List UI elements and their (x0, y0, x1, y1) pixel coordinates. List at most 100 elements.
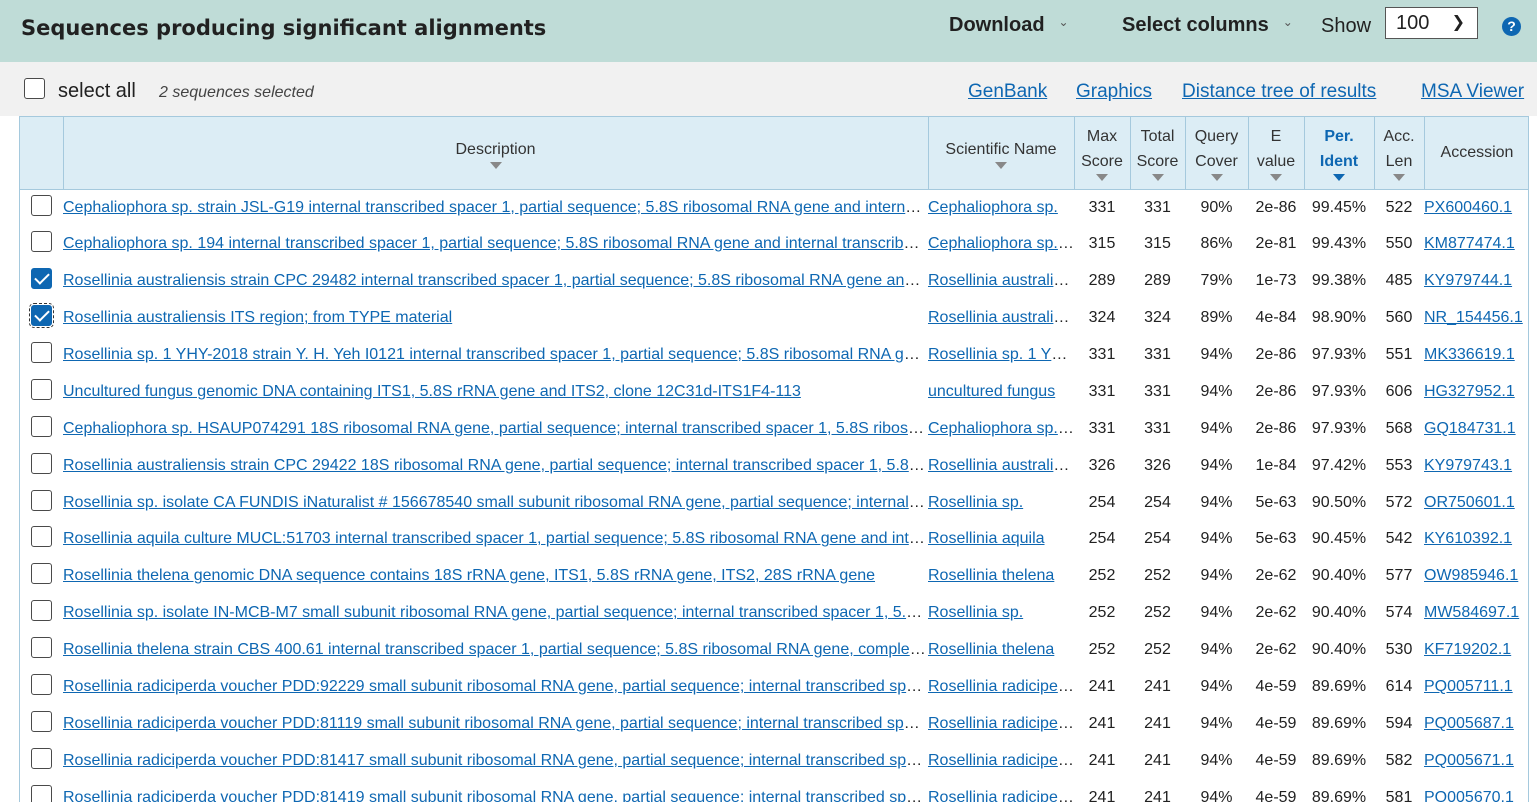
row-scientific-name-link[interactable]: Rosellinia radiciperda (928, 752, 1074, 769)
row-accession-link[interactable]: HG327952.1 (1424, 383, 1515, 400)
row-scientific-name-link[interactable]: Rosellinia australiensis (928, 457, 1074, 474)
row-accession-link[interactable]: KY610392.1 (1424, 530, 1512, 547)
row-checkbox[interactable] (31, 342, 52, 363)
row-checkbox[interactable] (31, 415, 52, 437)
row-checkbox[interactable] (31, 784, 52, 802)
row-scientific-name-link[interactable]: Rosellinia aquila (928, 530, 1045, 547)
row-accession-link[interactable]: PX600460.1 (1424, 199, 1512, 216)
row-checkbox[interactable] (31, 710, 52, 732)
row-accession-link[interactable]: MK336619.1 (1424, 346, 1515, 363)
row-accession-link[interactable]: NR_154456.1 (1424, 309, 1523, 326)
row-accession-link[interactable]: PQ005670.1 (1424, 789, 1514, 802)
row-checkbox[interactable] (31, 452, 52, 474)
selection-toolbar: select all 2 sequences selected GenBank … (0, 62, 1537, 116)
row-checkbox[interactable] (31, 637, 52, 659)
row-scientific-name-link[interactable]: Cephaliophora sp. HSAUP074291 (928, 420, 1074, 437)
row-description-link[interactable]: Cephaliophora sp. HSAUP074291 18S riboso… (63, 420, 928, 437)
col-e-value[interactable]: Evalue (1248, 117, 1305, 190)
sort-arrow-icon (489, 161, 502, 169)
row-accession-link[interactable]: MW584697.1 (1424, 604, 1519, 621)
row-description-link[interactable]: Rosellinia sp. isolate IN-MCB-M7 small s… (63, 604, 928, 621)
row-description-link[interactable]: Rosellinia sp. 1 YHY-2018 strain Y. H. Y… (63, 346, 928, 363)
row-checkbox[interactable] (31, 747, 52, 769)
row-description-link[interactable]: Uncultured fungus genomic DNA containing… (63, 383, 801, 400)
row-scientific-name-link[interactable]: Rosellinia radiciperda (928, 678, 1074, 695)
row-checkbox[interactable] (31, 194, 52, 216)
row-checkbox[interactable] (31, 526, 52, 548)
distance-tree-link[interactable]: Distance tree of results (1182, 81, 1376, 103)
row-accession-cell: OR750601.1 (1424, 484, 1528, 521)
row-accession-cell: KY610392.1 (1424, 521, 1528, 558)
col-max-score[interactable]: Max Score (1074, 117, 1131, 190)
row-e-value: 2e-86 (1255, 346, 1297, 363)
row-description-link[interactable]: Rosellinia radiciperda voucher PDD:81119… (63, 715, 928, 732)
help-icon[interactable]: ? (1502, 17, 1521, 36)
row-description-link[interactable]: Rosellinia radiciperda voucher PDD:81417… (63, 752, 928, 769)
col-per-ident[interactable]: Per. Ident (1304, 117, 1375, 190)
row-description-link[interactable]: Rosellinia thelena strain CBS 400.61 int… (63, 641, 928, 658)
row-max-score: 331 (1088, 198, 1116, 216)
row-scientific-name-cell: Rosellinia sp. 1 YHY-2018 (928, 337, 1074, 374)
row-checkbox[interactable] (31, 268, 52, 290)
col-total-score[interactable]: Total Score (1130, 117, 1186, 190)
col-scientific-name[interactable]: Scientific Name (928, 117, 1075, 190)
row-query-cover: 94% (1200, 604, 1233, 622)
select-columns-menu[interactable]: Select columns ⌄ (1122, 14, 1293, 37)
sort-arrow-icon (1151, 174, 1164, 182)
row-scientific-name-link[interactable]: Rosellinia radiciperda (928, 715, 1074, 732)
genbank-link[interactable]: GenBank (968, 81, 1047, 103)
row-accession-link[interactable]: KF719202.1 (1424, 641, 1511, 658)
row-checkbox[interactable] (31, 563, 52, 585)
row-checkbox[interactable] (31, 600, 52, 622)
row-accession-link[interactable]: KY979743.1 (1424, 457, 1512, 474)
row-checkbox[interactable] (31, 489, 52, 511)
row-scientific-name-link[interactable]: Rosellinia australiensis (928, 309, 1074, 326)
row-description-link[interactable]: Rosellinia radiciperda voucher PDD:81419… (63, 789, 928, 802)
row-accession-link[interactable]: PQ005711.1 (1424, 678, 1513, 695)
row-checkbox[interactable] (29, 303, 54, 329)
row-description-link[interactable]: Rosellinia australiensis ITS region; fro… (63, 309, 452, 326)
select-all-label[interactable]: select all (58, 80, 136, 103)
row-scientific-name-link[interactable]: Rosellinia sp. (928, 604, 1023, 621)
row-description-link[interactable]: Cephaliophora sp. strain JSL-G19 interna… (63, 199, 928, 216)
select-all-checkbox[interactable] (24, 78, 45, 99)
graphics-link[interactable]: Graphics (1076, 81, 1152, 103)
row-accession-link[interactable]: PQ005687.1 (1424, 715, 1514, 732)
row-scientific-name-link[interactable]: Cephaliophora sp. 194 (928, 235, 1074, 252)
row-scientific-name-link[interactable]: uncultured fungus (928, 383, 1055, 400)
row-description-link[interactable]: Rosellinia australiensis strain CPC 2942… (63, 457, 928, 474)
row-total-score: 241 (1144, 714, 1171, 732)
row-description-link[interactable]: Rosellinia thelena genomic DNA sequence … (63, 567, 875, 584)
row-accession-link[interactable]: GQ184731.1 (1424, 420, 1516, 437)
row-scientific-name-link[interactable]: Rosellinia radiciperda (928, 789, 1074, 802)
show-count-select[interactable]: 100 ❯ (1385, 7, 1478, 39)
col-query-cover[interactable]: Query Cover (1185, 117, 1249, 190)
row-description-link[interactable]: Rosellinia radiciperda voucher PDD:92229… (63, 678, 928, 695)
row-description-link[interactable]: Rosellinia australiensis strain CPC 2948… (63, 272, 928, 289)
row-checkbox[interactable] (31, 231, 52, 253)
row-checkbox[interactable] (31, 674, 52, 696)
row-description-link[interactable]: Rosellinia sp. isolate CA FUNDIS iNatura… (63, 494, 928, 511)
row-scientific-name-link[interactable]: Rosellinia australiensis (928, 272, 1074, 289)
row-accession-link[interactable]: OW985946.1 (1424, 567, 1518, 584)
col-acc-len[interactable]: Acc. Len (1374, 117, 1425, 190)
row-scientific-name-link[interactable]: Rosellinia thelena (928, 641, 1054, 658)
row-description-link[interactable]: Cephaliophora sp. 194 internal transcrib… (63, 235, 928, 252)
row-accession-link[interactable]: KY979744.1 (1424, 272, 1512, 289)
row-e-value: 2e-62 (1255, 567, 1297, 585)
row-scientific-name-link[interactable]: Cephaliophora sp. (928, 199, 1058, 216)
row-accession-link[interactable]: KM877474.1 (1424, 235, 1515, 252)
col-accession[interactable]: Accession (1424, 117, 1528, 190)
row-accession-link[interactable]: OR750601.1 (1424, 494, 1515, 511)
row-scientific-name-link[interactable]: Rosellinia sp. (928, 494, 1023, 511)
msa-viewer-link[interactable]: MSA Viewer (1421, 81, 1524, 103)
row-scientific-name-link[interactable]: Rosellinia thelena (928, 567, 1054, 584)
show-label: Show (1321, 15, 1372, 37)
row-scientific-name-link[interactable]: Rosellinia sp. 1 YHY-2018 (928, 346, 1074, 363)
row-description-link[interactable]: Rosellinia aquila culture MUCL:51703 int… (63, 530, 928, 547)
row-query-cover: 94% (1200, 346, 1233, 363)
row-accession-link[interactable]: PQ005671.1 (1424, 752, 1514, 769)
row-checkbox[interactable] (31, 378, 52, 400)
download-menu[interactable]: Download ⌄ (949, 14, 1069, 37)
col-description[interactable]: Description (63, 117, 929, 190)
